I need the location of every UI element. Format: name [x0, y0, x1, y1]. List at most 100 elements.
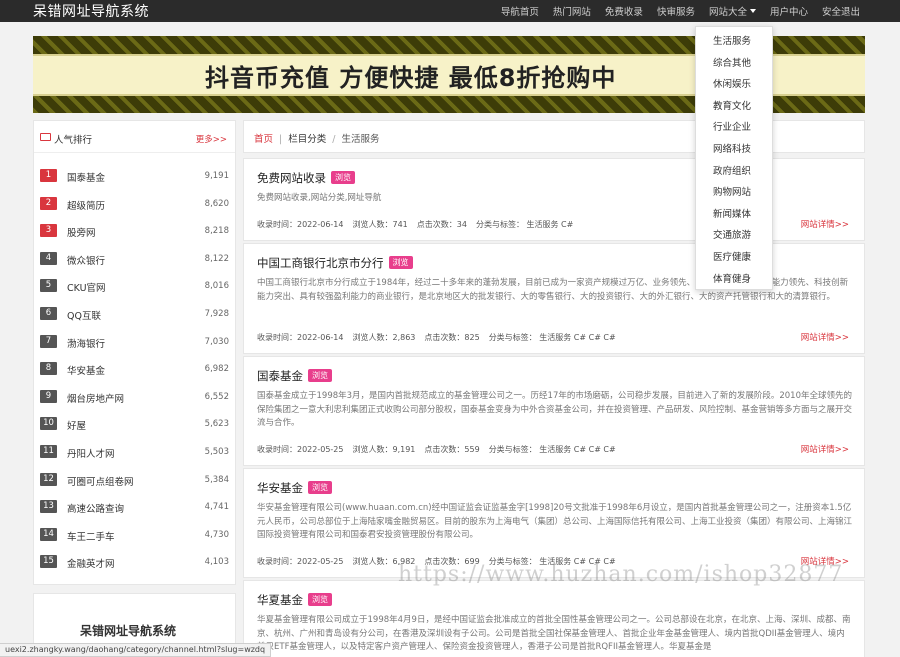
rank-site-name[interactable]: 金融英才网: [67, 556, 115, 570]
rank-number: 5: [40, 279, 57, 293]
rank-site-name[interactable]: 高速公路查询: [67, 501, 124, 515]
rank-count: 5,384: [204, 474, 229, 485]
dropdown-item-news[interactable]: 新闻媒体: [696, 204, 772, 226]
site-card-title[interactable]: 华夏基金 浏览: [257, 592, 332, 608]
rank-site-name[interactable]: QQ互联: [67, 308, 101, 322]
site-detail-link[interactable]: 网站详情>>: [801, 218, 849, 230]
browse-tag[interactable]: 浏览: [308, 593, 332, 606]
browse-tag[interactable]: 浏览: [388, 256, 413, 269]
ranking-item[interactable]: 13 高速公路查询 4,741: [34, 493, 235, 521]
site-title-text[interactable]: 国泰基金: [257, 369, 303, 383]
nav-site-directory-label: 网站大全: [708, 7, 747, 18]
nav-fast-review[interactable]: 快审服务: [657, 4, 695, 18]
ranking-item[interactable]: 6 QQ互联 7,928: [34, 300, 235, 328]
site-detail-link[interactable]: 网站详情>>: [801, 331, 849, 343]
dropdown-item-tech[interactable]: 网络科技: [696, 139, 772, 161]
rank-number: 9: [40, 389, 57, 403]
click-count: 点击次数：825: [424, 333, 480, 342]
dropdown-item-travel[interactable]: 交通旅游: [696, 225, 772, 247]
rank-site-name[interactable]: 华安基金: [67, 363, 105, 377]
rank-site-name[interactable]: 好屋: [67, 418, 86, 432]
rank-site-name[interactable]: CKU官网: [67, 280, 106, 294]
ranking-item[interactable]: 1 国泰基金 9,191: [34, 162, 235, 190]
dropdown-item-government[interactable]: 政府组织: [696, 161, 772, 183]
nav-free-submit[interactable]: 免费收录: [605, 4, 643, 18]
ranking-item[interactable]: 4 微众银行 8,122: [34, 245, 235, 273]
ranking-item[interactable]: 3 股旁网 8,218: [34, 217, 235, 245]
ranking-item[interactable]: 9 烟台房地产网 6,552: [34, 383, 235, 411]
breadcrumb-home[interactable]: 首页: [254, 134, 273, 145]
rank-number: 8: [40, 362, 57, 376]
rank-number: 12: [40, 472, 57, 486]
category-tags: 分类与标签： 生活服务 C# C# C#: [488, 445, 616, 454]
monitor-icon: [40, 133, 51, 141]
dropdown-item-industry[interactable]: 行业企业: [696, 117, 772, 139]
breadcrumb-current: 生活服务: [341, 134, 380, 145]
nav-hot-sites[interactable]: 热门网站: [553, 4, 591, 18]
rank-number: 3: [40, 224, 57, 238]
breadcrumb-category[interactable]: 栏目分类: [288, 134, 326, 145]
site-card-title[interactable]: 中国工商银行北京市分行 浏览: [257, 255, 413, 271]
site-card-title[interactable]: 免费网站收录 浏览: [257, 170, 355, 186]
submit-time: 收录时间：2022-06-14: [257, 220, 344, 229]
ranking-item[interactable]: 7 渤海银行 7,030: [34, 328, 235, 356]
ranking-item[interactable]: 5 CKU官网 8,016: [34, 272, 235, 300]
view-count: 浏览人数：741: [352, 220, 408, 229]
site-card-meta: 收录时间：2022-05-25 浏览人数：9,191 点击次数：559 分类与标签： …: [257, 444, 625, 455]
site-title-text[interactable]: 中国工商银行北京市分行: [257, 256, 384, 270]
site-title[interactable]: 呆错网址导航系统: [33, 1, 149, 21]
site-title-text[interactable]: 免费网站收录: [257, 171, 326, 185]
dropdown-item-education[interactable]: 教育文化: [696, 96, 772, 118]
browse-tag[interactable]: 浏览: [331, 171, 355, 184]
rank-count: 7,928: [204, 308, 229, 319]
watermark-text: https://www.huzhan.com/ishop32877: [398, 562, 844, 587]
dropdown-item-entertainment[interactable]: 休闲娱乐: [696, 74, 772, 96]
site-title-text[interactable]: 华夏基金: [257, 593, 303, 607]
site-card-title[interactable]: 华安基金 浏览: [257, 480, 332, 496]
rank-site-name[interactable]: 车王二手车: [67, 529, 115, 543]
submit-time: 收录时间：2022-05-25: [257, 445, 344, 454]
nav-user-center[interactable]: 用户中心: [770, 4, 808, 18]
rank-site-name[interactable]: 超级简历: [67, 198, 105, 212]
dropdown-item-sports[interactable]: 体育健身: [696, 269, 772, 291]
ranking-item[interactable]: 10 好屋 5,623: [34, 410, 235, 438]
rank-site-name[interactable]: 渤海银行: [67, 336, 105, 350]
nav-home[interactable]: 导航首页: [501, 4, 539, 18]
rank-number: 1: [40, 169, 57, 182]
rank-site-name[interactable]: 微众银行: [67, 253, 105, 267]
ranking-item[interactable]: 2 超级简历 8,620: [34, 190, 235, 218]
rank-site-name[interactable]: 国泰基金: [67, 170, 105, 184]
chevron-down-icon: [749, 9, 756, 13]
rank-site-name[interactable]: 股旁网: [67, 225, 96, 239]
rank-count: 6,982: [204, 364, 229, 375]
site-detail-link[interactable]: 网站详情>>: [801, 443, 849, 455]
nav-site-directory[interactable]: 网站大全: [709, 4, 756, 18]
site-card-description: 华安基金管理有限公司(www.huaan.com.cn)经中国证监会证监基金字[…: [257, 503, 853, 540]
site-card: 华夏基金 浏览 华夏基金管理有限公司成立于1998年4月9日，是经中国证监会批准成…: [243, 580, 865, 657]
ranking-item[interactable]: 11 丹阳人才网 5,503: [34, 438, 235, 466]
rank-count: 9,191: [204, 171, 229, 181]
rank-count: 5,503: [204, 446, 229, 457]
rank-site-name[interactable]: 烟台房地产网: [67, 391, 124, 405]
ranking-item[interactable]: 8 华安基金 6,982: [34, 355, 235, 383]
browse-tag[interactable]: 浏览: [308, 369, 332, 382]
ranking-item[interactable]: 12 可圈可点组卷网 5,384: [34, 466, 235, 494]
dropdown-item-misc[interactable]: 综合其他: [696, 53, 772, 75]
rank-number: 4: [40, 251, 57, 265]
popularity-ranking-panel: 人气排行 更多>> 1 国泰基金 9,191 2 超级简历 8,620 3 股旁网 8,21…: [33, 120, 236, 585]
site-title-text[interactable]: 华安基金: [257, 481, 303, 495]
dropdown-item-health[interactable]: 医疗健康: [696, 247, 772, 269]
nav-logout[interactable]: 安全退出: [822, 4, 860, 18]
rank-site-name[interactable]: 丹阳人才网: [67, 446, 115, 460]
browse-tag[interactable]: 浏览: [308, 481, 332, 494]
ranking-item[interactable]: 14 车王二手车 4,730: [34, 521, 235, 549]
dropdown-item-shopping[interactable]: 购物网站: [696, 182, 772, 204]
site-card-title[interactable]: 国泰基金 浏览: [257, 368, 332, 384]
ranking-item[interactable]: 15 金融英才网 4,103: [34, 548, 235, 576]
ranking-more-link[interactable]: 更多>>: [196, 133, 227, 145]
view-count: 浏览人数：2,863: [352, 333, 416, 342]
rank-number: 13: [40, 500, 57, 514]
rank-count: 8,218: [204, 226, 229, 237]
rank-site-name[interactable]: 可圈可点组卷网: [67, 474, 134, 488]
dropdown-item-life-services[interactable]: 生活服务: [696, 31, 772, 53]
